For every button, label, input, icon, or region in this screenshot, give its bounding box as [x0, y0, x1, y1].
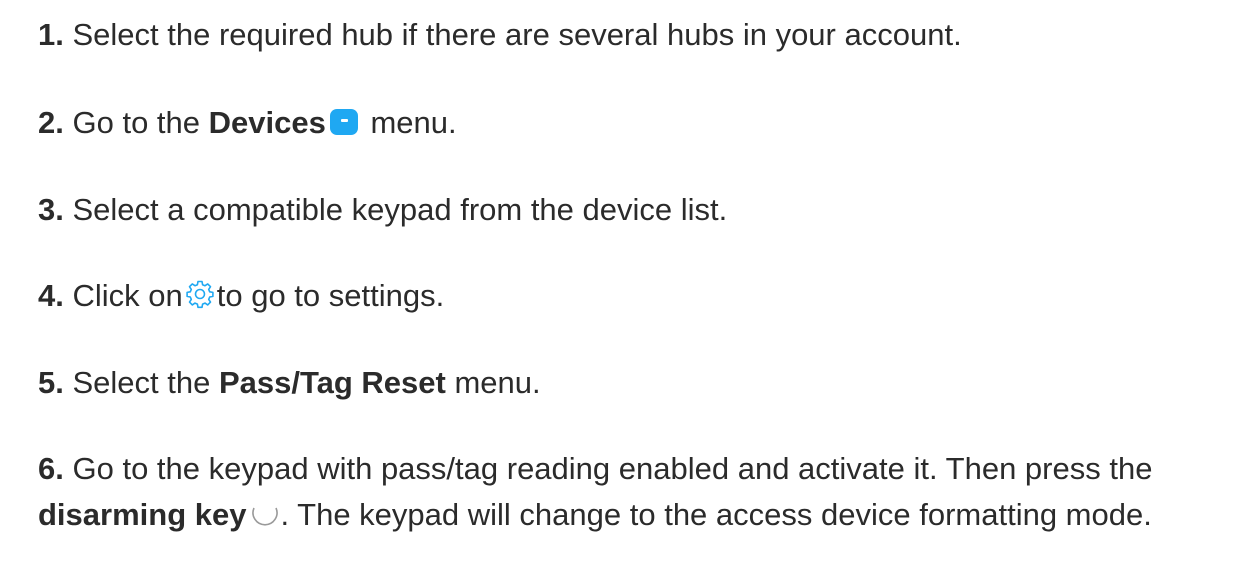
step-6: 6. Go to the keypad with pass/tag readin…: [38, 446, 1228, 538]
step-text-post: . The keypad will change to the access d…: [280, 497, 1152, 532]
step-text-post: menu.: [370, 105, 457, 140]
disarm-key-icon: [250, 496, 280, 526]
step-number: 1.: [38, 17, 64, 52]
step-text-post: menu.: [454, 365, 541, 400]
step-text-post: to go to settings.: [216, 278, 445, 313]
instruction-steps: 1. Select the required hub if there are …: [0, 0, 1254, 585]
disarming-key-label: disarming key: [38, 497, 247, 532]
gear-icon: [185, 276, 215, 309]
step-number: 4.: [38, 278, 64, 313]
step-text: Select the required hub if there are sev…: [72, 17, 962, 52]
step-text-pre: Go to the: [72, 105, 201, 140]
devices-menu-label: Devices: [208, 105, 326, 140]
step-text-pre: Click on: [72, 278, 183, 313]
step-4: 4. Click on to go to settings.: [38, 273, 1238, 319]
step-3: 3. Select a compatible keypad from the d…: [38, 187, 1238, 233]
pass-tag-reset-label: Pass/Tag Reset: [218, 365, 446, 400]
step-2: 2. Go to the Devices menu.: [38, 100, 1238, 146]
step-number: 2.: [38, 105, 64, 140]
step-1: 1. Select the required hub if there are …: [38, 12, 1238, 58]
step-number: 5.: [38, 365, 64, 400]
step-text-pre: Select the: [72, 365, 211, 400]
step-number: 6.: [38, 451, 64, 486]
step-number: 3.: [38, 192, 64, 227]
step-text-pre: Go to the keypad with pass/tag reading e…: [72, 451, 1153, 486]
devices-icon: [329, 109, 358, 135]
step-5: 5. Select the Pass/Tag Reset menu.: [38, 360, 1238, 406]
step-text: Select a compatible keypad from the devi…: [72, 192, 728, 227]
